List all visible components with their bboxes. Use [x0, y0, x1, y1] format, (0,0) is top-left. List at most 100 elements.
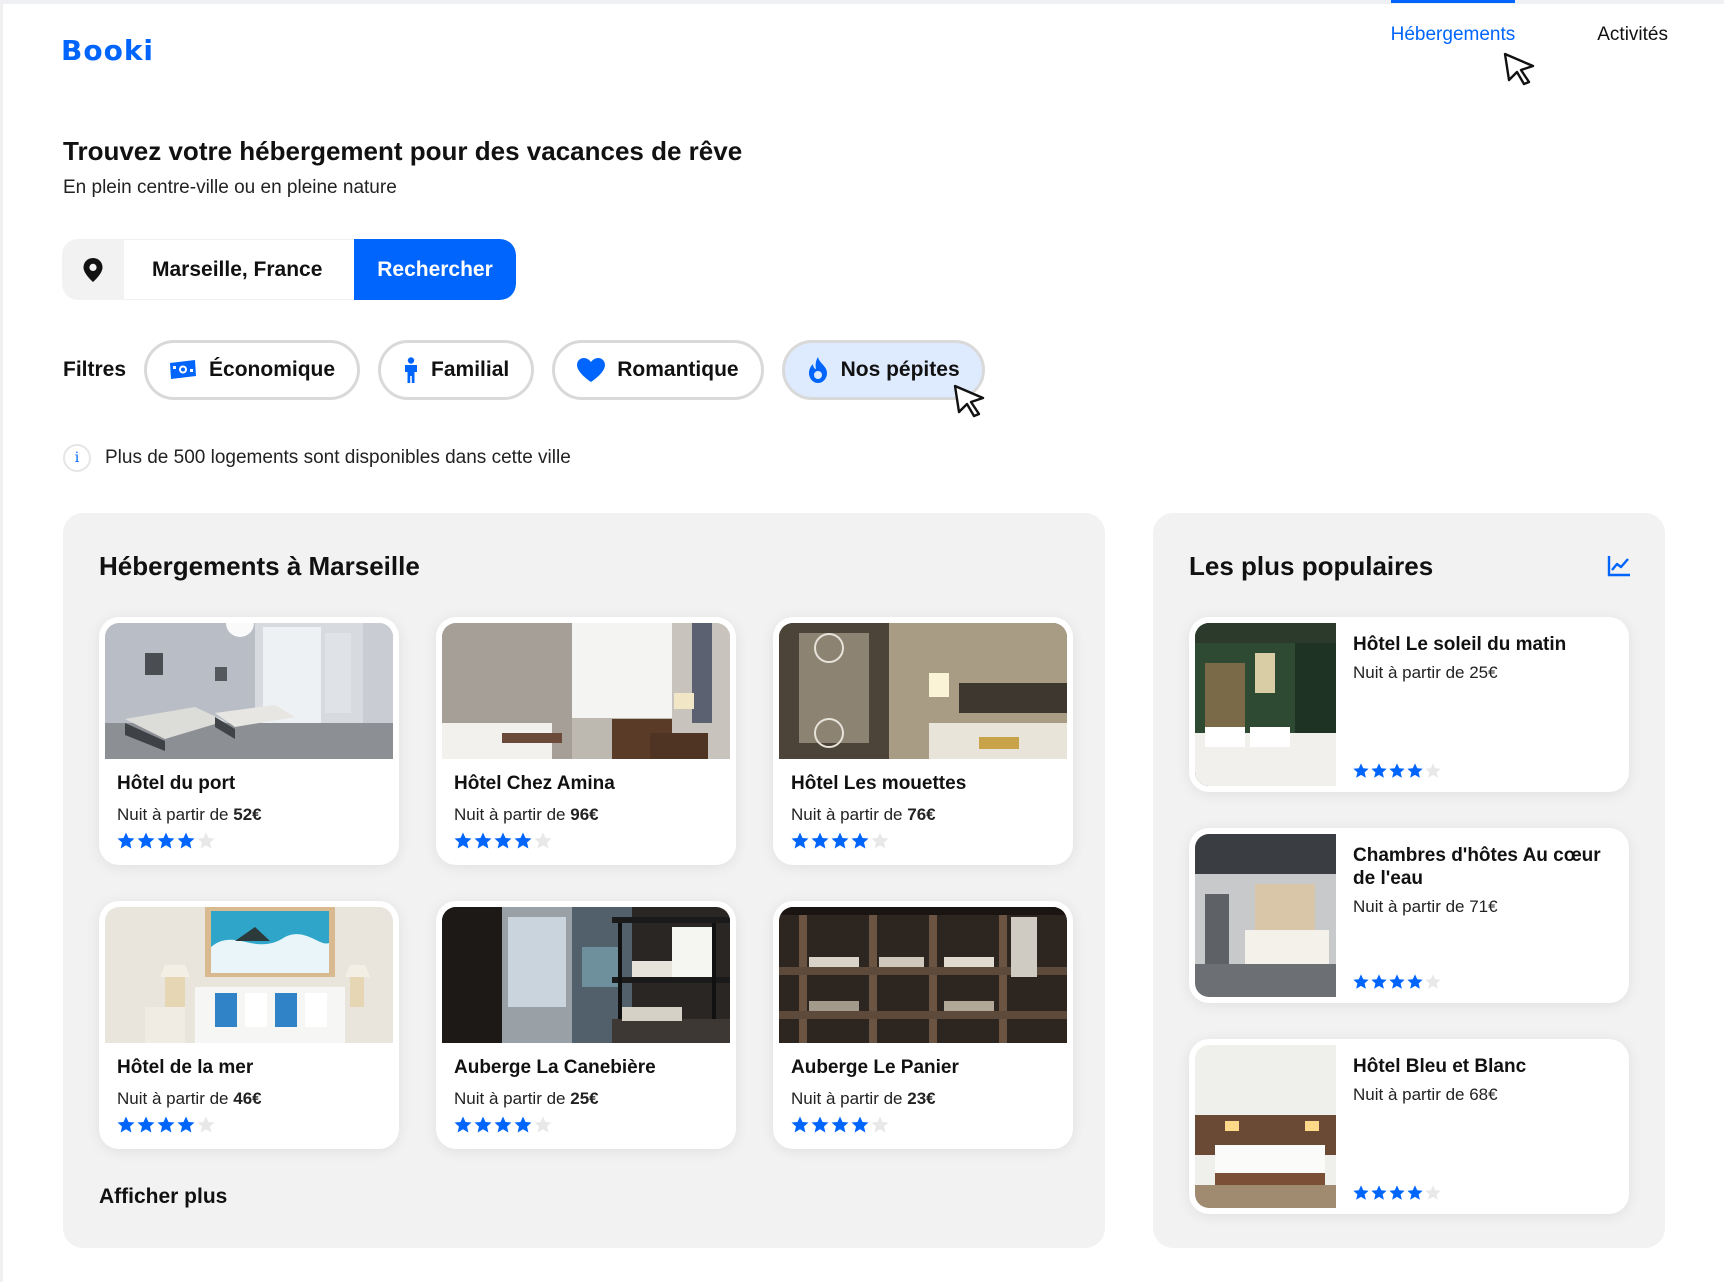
listing-price-prefix: Nuit à partir de — [454, 1089, 571, 1108]
rating-stars — [790, 1115, 890, 1135]
nav-item-hebergements[interactable]: Hébergements — [1390, 0, 1516, 56]
popular-price: Nuit à partir de 71€ — [1353, 897, 1498, 916]
star-filled-icon — [494, 832, 512, 849]
star-filled-icon — [1371, 1185, 1387, 1200]
star-filled-icon — [1407, 763, 1423, 778]
star-filled-icon — [851, 832, 869, 849]
listing-card[interactable]: Hôtel Chez Amina Nuit à partir de 96€ — [436, 617, 736, 865]
rating-stars — [1352, 762, 1442, 780]
show-more-link[interactable]: Afficher plus — [99, 1185, 227, 1209]
filter-label: Familial — [431, 358, 510, 381]
rating-stars — [116, 831, 216, 851]
star-filled-icon — [514, 1116, 532, 1133]
popular-name: Chambres d'hôtes Au cœur de l'eau — [1353, 845, 1601, 889]
star-filled-icon — [851, 1116, 869, 1133]
info-message: i Plus de 500 logements sont disponibles… — [63, 444, 571, 472]
listing-name: Auberge La Canebière — [454, 1057, 656, 1078]
star-filled-icon — [117, 832, 135, 849]
cursor-icon — [1503, 52, 1537, 91]
star-filled-icon — [1371, 974, 1387, 989]
listing-price-prefix: Nuit à partir de — [791, 1089, 908, 1108]
listings-panel: Hébergements à Marseille Hôtel du port N… — [63, 513, 1105, 1248]
listing-name: Hôtel du port — [117, 773, 236, 794]
listing-photo — [105, 907, 393, 1043]
person-icon — [403, 357, 419, 383]
star-filled-icon — [1353, 763, 1369, 778]
star-filled-icon — [831, 1116, 849, 1133]
listing-price: Nuit à partir de 52€ — [117, 805, 262, 825]
listing-card[interactable]: Auberge La Canebière Nuit à partir de 25… — [436, 901, 736, 1149]
search-input[interactable]: Marseille, France — [124, 239, 354, 300]
listing-price: Nuit à partir de 25€ — [454, 1089, 599, 1109]
listing-price-amount: 96€ — [570, 805, 599, 824]
rating-stars — [116, 1115, 216, 1135]
popular-title: Les plus populaires — [1189, 551, 1434, 581]
star-filled-icon — [157, 1116, 175, 1133]
listing-photo — [442, 623, 730, 759]
star-filled-icon — [791, 832, 809, 849]
left-border — [0, 0, 3, 1282]
star-filled-icon — [474, 832, 492, 849]
listing-price-amount: 23€ — [907, 1089, 936, 1108]
listing-card[interactable]: Hôtel du port Nuit à partir de 52€ — [99, 617, 399, 865]
listing-photo — [105, 623, 393, 759]
listing-card[interactable]: Hôtel de la mer Nuit à partir de 46€ — [99, 901, 399, 1149]
filters-bar: Filtres Économique Familial Romantique N… — [63, 340, 1003, 400]
star-filled-icon — [831, 832, 849, 849]
star-filled-icon — [1389, 974, 1405, 989]
star-filled-icon — [1407, 1185, 1423, 1200]
listing-photo — [779, 907, 1067, 1043]
listing-price-prefix: Nuit à partir de — [117, 1089, 234, 1108]
popular-panel: Les plus populaires Hôtel Le soleil du m… — [1153, 513, 1665, 1248]
trending-icon[interactable] — [1607, 555, 1631, 582]
listing-price-prefix: Nuit à partir de — [791, 805, 908, 824]
search-bar: Marseille, France Rechercher — [62, 239, 516, 300]
star-empty-icon — [1425, 974, 1441, 989]
rating-stars — [790, 831, 890, 851]
listing-price-prefix: Nuit à partir de — [117, 805, 234, 824]
star-filled-icon — [1407, 974, 1423, 989]
star-filled-icon — [791, 1116, 809, 1133]
booki-logo[interactable]: Booki — [61, 34, 154, 67]
nav-item-activites[interactable]: Activités — [1597, 0, 1668, 56]
star-filled-icon — [1389, 763, 1405, 778]
listing-photo — [779, 623, 1067, 759]
star-filled-icon — [474, 1116, 492, 1133]
star-filled-icon — [811, 1116, 829, 1133]
popular-card[interactable]: Chambres d'hôtes Au cœur de l'eau Nuit à… — [1189, 828, 1629, 1003]
listing-price-amount: 52€ — [233, 805, 262, 824]
popular-name: Hôtel Bleu et Blanc — [1353, 1056, 1527, 1077]
popular-photo — [1195, 834, 1336, 997]
listing-price: Nuit à partir de 96€ — [454, 805, 599, 825]
star-filled-icon — [1371, 763, 1387, 778]
star-filled-icon — [137, 832, 155, 849]
star-filled-icon — [1353, 974, 1369, 989]
star-filled-icon — [494, 1116, 512, 1133]
listing-price: Nuit à partir de 46€ — [117, 1089, 262, 1109]
listing-price-amount: 76€ — [907, 805, 936, 824]
info-icon: i — [63, 444, 91, 472]
star-empty-icon — [1425, 1185, 1441, 1200]
filter-economique[interactable]: Économique — [144, 340, 361, 400]
fire-icon — [807, 357, 829, 383]
heart-icon — [577, 358, 606, 382]
star-filled-icon — [811, 832, 829, 849]
popular-price: Nuit à partir de 68€ — [1353, 1085, 1498, 1104]
star-empty-icon — [871, 1116, 889, 1133]
filter-romantique[interactable]: Romantique — [552, 340, 764, 400]
search-button[interactable]: Rechercher — [354, 239, 516, 300]
popular-photo — [1195, 1045, 1336, 1208]
popular-card[interactable]: Hôtel Bleu et Blanc Nuit à partir de 68€ — [1189, 1039, 1629, 1214]
listing-name: Hôtel Chez Amina — [454, 773, 615, 794]
listing-photo — [442, 907, 730, 1043]
filter-label: Nos pépites — [840, 358, 960, 381]
star-empty-icon — [1425, 763, 1441, 778]
star-filled-icon — [177, 832, 195, 849]
listing-price-prefix: Nuit à partir de — [454, 805, 571, 824]
star-filled-icon — [177, 1116, 195, 1133]
listing-card[interactable]: Hôtel Les mouettes Nuit à partir de 76€ — [773, 617, 1073, 865]
filter-familial[interactable]: Familial — [378, 340, 535, 400]
listing-card[interactable]: Auberge Le Panier Nuit à partir de 23€ — [773, 901, 1073, 1149]
popular-card[interactable]: Hôtel Le soleil du matin Nuit à partir d… — [1189, 617, 1629, 792]
star-filled-icon — [454, 832, 472, 849]
